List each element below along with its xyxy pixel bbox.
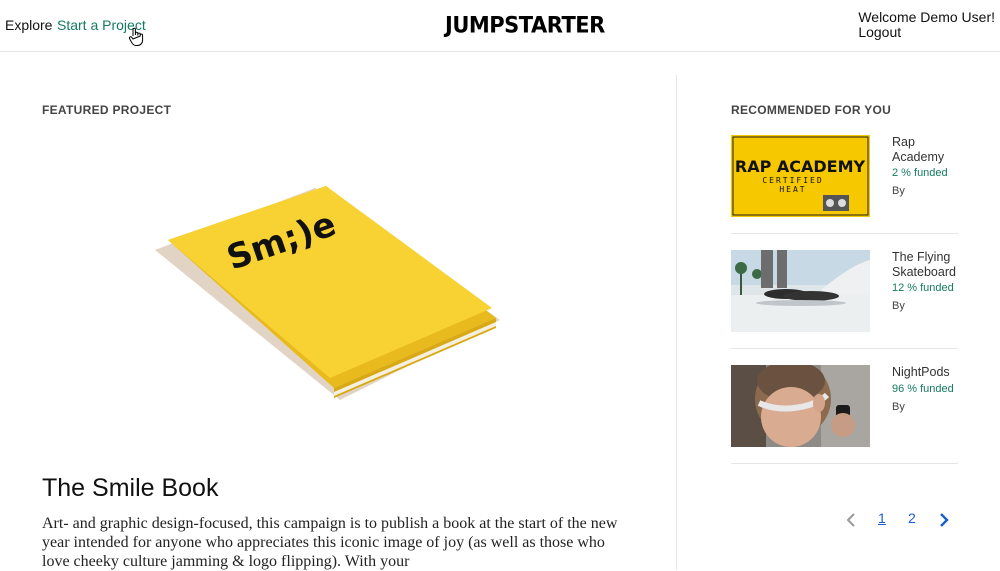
- rec-by: By: [892, 300, 905, 312]
- rec-funded: 96 % funded: [892, 382, 954, 395]
- recommended-card[interactable]: RAP ACADEMY CERTIFIED HEAT Rap Academy 2…: [731, 135, 958, 234]
- explore-link[interactable]: Explore: [5, 17, 52, 33]
- rec-title[interactable]: The Flying Skateboard: [892, 250, 962, 279]
- featured-project-title[interactable]: The Smile Book: [42, 474, 218, 503]
- user-menu: Welcome Demo User! Logout: [858, 10, 995, 40]
- rec-by: By: [892, 400, 905, 413]
- featured-project-image[interactable]: Sm;)e: [140, 170, 520, 410]
- welcome-text: Welcome Demo User!: [858, 9, 995, 25]
- recommended-section-label: RECOMMENDED FOR YOU: [731, 103, 892, 117]
- thumb-title: RAP ACADEMY: [735, 157, 866, 176]
- page-2-link[interactable]: 2: [908, 510, 916, 526]
- flying-skateboard-thumbnail[interactable]: [731, 250, 870, 332]
- featured-section-label: FEATURED PROJECT: [42, 103, 172, 117]
- logout-link[interactable]: Logout: [858, 25, 995, 40]
- column-divider: [676, 75, 677, 570]
- rec-funded: 2 % funded: [892, 167, 948, 179]
- recommended-card[interactable]: NightPods 96 % funded By: [731, 365, 958, 464]
- rec-title[interactable]: NightPods: [892, 365, 962, 380]
- thumb-subtitle: CERTIFIED: [762, 176, 823, 185]
- chevron-right-icon[interactable]: [938, 512, 950, 528]
- nightpods-thumbnail[interactable]: [731, 365, 870, 447]
- featured-project-description: Art- and graphic design-focused, this ca…: [42, 515, 618, 570]
- rec-title[interactable]: Rap Academy: [892, 135, 962, 164]
- logo[interactable]: JUMPSTARTER: [445, 12, 605, 37]
- rec-funded: 12 % funded: [892, 282, 954, 294]
- hand-cursor-icon: [128, 27, 144, 46]
- top-nav: Explore Start a Project JUMPSTARTER Welc…: [0, 0, 1000, 52]
- thumb-subtitle-2: HEAT: [779, 185, 806, 194]
- rap-academy-thumbnail[interactable]: RAP ACADEMY CERTIFIED HEAT: [731, 135, 870, 217]
- chevron-left-icon[interactable]: [845, 512, 857, 528]
- recommended-card[interactable]: The Flying Skateboard 12 % funded By: [731, 250, 958, 349]
- rec-by: By: [892, 185, 905, 197]
- page-1-link[interactable]: 1: [878, 510, 886, 526]
